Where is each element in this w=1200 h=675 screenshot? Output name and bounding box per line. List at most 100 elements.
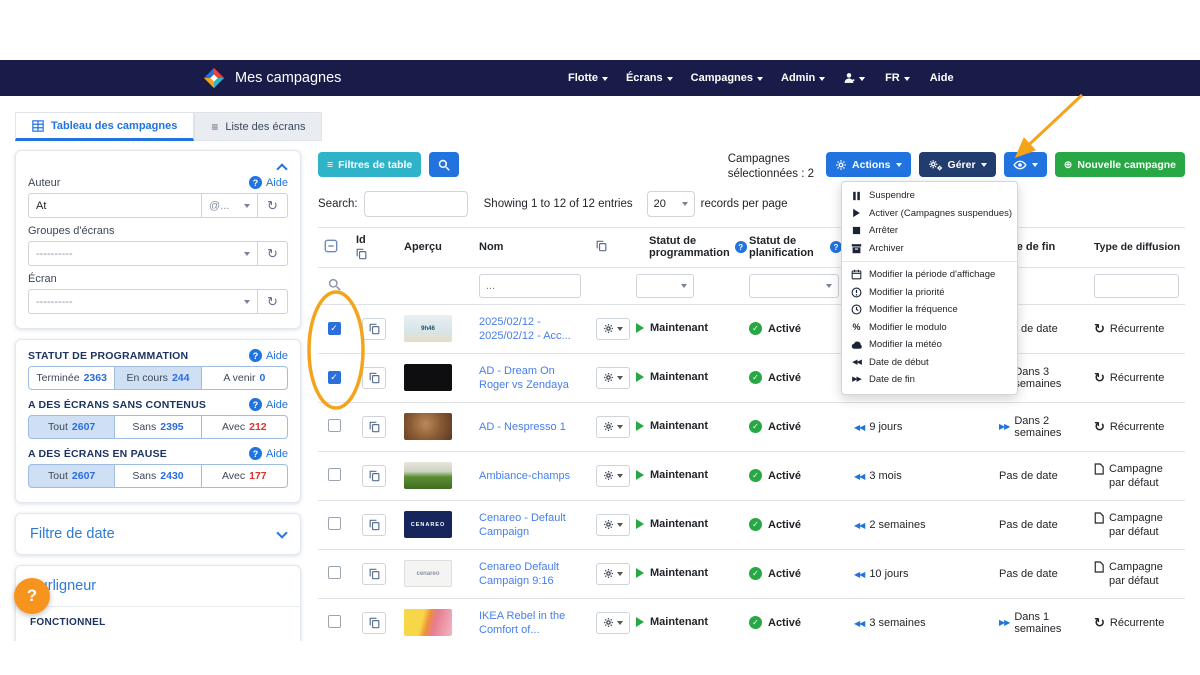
- campaign-thumbnail[interactable]: [404, 364, 452, 391]
- menu-item-activer[interactable]: Activer (Campagnes suspendues): [842, 205, 1017, 223]
- select-all-header[interactable]: [318, 227, 350, 267]
- campaign-thumbnail[interactable]: 9h46: [404, 315, 452, 342]
- filter-encours-button[interactable]: En cours244: [115, 366, 201, 390]
- campaign-thumbnail[interactable]: [404, 413, 452, 440]
- header-type-diffusion[interactable]: Type de diffusion: [1088, 227, 1185, 267]
- header-statut-programmation[interactable]: Statut de programmation?: [630, 227, 743, 267]
- nav-aide[interactable]: Aide: [930, 72, 954, 84]
- nav-admin[interactable]: Admin: [781, 72, 825, 84]
- row-actions-button[interactable]: [596, 465, 630, 487]
- campaign-name-link[interactable]: Ambiance-champs: [479, 469, 570, 483]
- gerer-button[interactable]: Gérer: [919, 152, 996, 177]
- per-page-select[interactable]: 20: [647, 191, 695, 217]
- copy-id-button[interactable]: [362, 367, 386, 389]
- actions-button[interactable]: Actions: [826, 152, 911, 177]
- row-actions-button[interactable]: [596, 514, 630, 536]
- menu-item-suspendre[interactable]: Suspendre: [842, 187, 1017, 205]
- help-icon[interactable]: ?: [735, 241, 747, 253]
- filter-avenir-button[interactable]: A venir0: [202, 366, 288, 390]
- filtre-date-card[interactable]: Filtre de date: [15, 513, 301, 555]
- header-id[interactable]: Id: [350, 227, 398, 267]
- nav-flotte[interactable]: Flotte: [568, 72, 608, 84]
- filter-pause-avec-button[interactable]: Avec177: [202, 464, 288, 488]
- nouvelle-campagne-button[interactable]: ⊕Nouvelle campagne: [1055, 152, 1185, 177]
- menu-item-archiver[interactable]: Archiver: [842, 240, 1017, 258]
- filter-contenus-sans-button[interactable]: Sans2395: [115, 415, 201, 439]
- refresh-ecran-button[interactable]: ↻: [258, 289, 288, 314]
- campaign-thumbnail[interactable]: cenareo: [404, 560, 452, 587]
- filter-contenus-avec-button[interactable]: Avec212: [202, 415, 288, 439]
- row-actions-button[interactable]: [596, 367, 630, 389]
- row-checkbox[interactable]: [328, 419, 341, 432]
- nav-language[interactable]: FR: [885, 72, 910, 84]
- campaign-name-link[interactable]: Cenareo - Default Campaign: [479, 511, 584, 540]
- tab-tableau-campagnes[interactable]: Tableau des campagnes: [15, 112, 194, 141]
- filter-contenus-tout-button[interactable]: Tout2607: [28, 415, 115, 439]
- campaign-name-link[interactable]: 2025/02/12 - 2025/02/12 - Acc...: [479, 315, 584, 344]
- chevron-up-icon[interactable]: [276, 163, 287, 174]
- row-checkbox[interactable]: [328, 566, 341, 579]
- table-search-input[interactable]: [364, 191, 468, 217]
- menu-item-date-fin[interactable]: ▶▶Date de fin: [842, 371, 1017, 389]
- campaign-thumbnail[interactable]: [404, 462, 452, 489]
- copy-id-button[interactable]: [362, 612, 386, 634]
- tab-liste-ecrans[interactable]: ≡ Liste des écrans: [194, 112, 322, 141]
- row-actions-button[interactable]: [596, 318, 630, 340]
- campaign-thumbnail[interactable]: [404, 609, 452, 636]
- filter-pause-tout-button[interactable]: Tout2607: [28, 464, 115, 488]
- menu-item-arreter[interactable]: Arrêter: [842, 222, 1017, 240]
- contenus-aide-link[interactable]: ?Aide: [249, 398, 288, 411]
- header-statut-planification[interactable]: Statut de planification?: [743, 227, 848, 267]
- menu-item-meteo[interactable]: Modifier la météo: [842, 336, 1017, 354]
- auteur-at-select[interactable]: @...: [202, 193, 258, 218]
- campaign-name-link[interactable]: Cenareo Default Campaign 9:16: [479, 560, 584, 589]
- menu-item-periode-affichage[interactable]: Modifier la période d'affichage: [842, 266, 1017, 284]
- search-toggle-button[interactable]: [429, 152, 459, 177]
- statut-aide-link[interactable]: ?Aide: [249, 349, 288, 362]
- filter-nom-input[interactable]: [479, 274, 581, 298]
- header-apercu[interactable]: Aperçu: [398, 227, 473, 267]
- visibility-button[interactable]: [1004, 152, 1047, 177]
- chevron-down-icon[interactable]: [276, 527, 287, 538]
- pause-aide-link[interactable]: ?Aide: [249, 447, 288, 460]
- menu-item-frequence[interactable]: Modifier la fréquence: [842, 301, 1017, 319]
- copy-id-button[interactable]: [362, 416, 386, 438]
- groupes-select[interactable]: ----------: [28, 241, 258, 266]
- row-actions-button[interactable]: [596, 416, 630, 438]
- campaign-name-link[interactable]: AD - Nespresso 1: [479, 420, 566, 434]
- menu-item-date-debut[interactable]: ◀◀Date de début: [842, 354, 1017, 372]
- copy-id-button[interactable]: [362, 514, 386, 536]
- row-actions-button[interactable]: [596, 563, 630, 585]
- campaign-name-link[interactable]: IKEA Rebel in the Comfort of...: [479, 609, 584, 638]
- row-actions-button[interactable]: [596, 612, 630, 634]
- auteur-aide-link[interactable]: ?Aide: [249, 176, 288, 189]
- copy-id-button[interactable]: [362, 465, 386, 487]
- header-duplicate[interactable]: [590, 227, 630, 267]
- nav-campagnes[interactable]: Campagnes: [691, 72, 763, 84]
- row-checkbox[interactable]: [328, 468, 341, 481]
- filter-terminee-button[interactable]: Terminée2363: [28, 366, 115, 390]
- filter-type-input[interactable]: [1094, 274, 1179, 298]
- campaign-thumbnail[interactable]: CENAREO: [404, 511, 452, 538]
- help-button[interactable]: ?: [14, 578, 50, 614]
- ecran-select[interactable]: ----------: [28, 289, 258, 314]
- menu-item-modulo[interactable]: %Modifier le modulo: [842, 319, 1017, 337]
- menu-item-priorite[interactable]: Modifier la priorité: [842, 284, 1017, 302]
- nav-ecrans[interactable]: Écrans: [626, 72, 673, 84]
- row-checkbox[interactable]: ✓: [328, 322, 341, 335]
- filtres-table-button[interactable]: ≡Filtres de table: [318, 152, 421, 177]
- row-checkbox[interactable]: ✓: [328, 371, 341, 384]
- header-nom[interactable]: Nom: [473, 227, 590, 267]
- row-checkbox[interactable]: [328, 615, 341, 628]
- row-checkbox[interactable]: [328, 517, 341, 530]
- filter-statut-prog-select[interactable]: [636, 274, 694, 298]
- nav-account[interactable]: .: [852, 72, 865, 84]
- refresh-groupes-button[interactable]: ↻: [258, 241, 288, 266]
- filter-statut-plan-select[interactable]: [749, 274, 839, 298]
- campaign-name-link[interactable]: AD - Dream On Roger vs Zendaya: [479, 364, 584, 393]
- copy-id-button[interactable]: [362, 563, 386, 585]
- copy-id-button[interactable]: [362, 318, 386, 340]
- refresh-auteur-button[interactable]: ↻: [258, 193, 288, 218]
- filter-pause-sans-button[interactable]: Sans2430: [115, 464, 201, 488]
- auteur-input[interactable]: [28, 193, 202, 218]
